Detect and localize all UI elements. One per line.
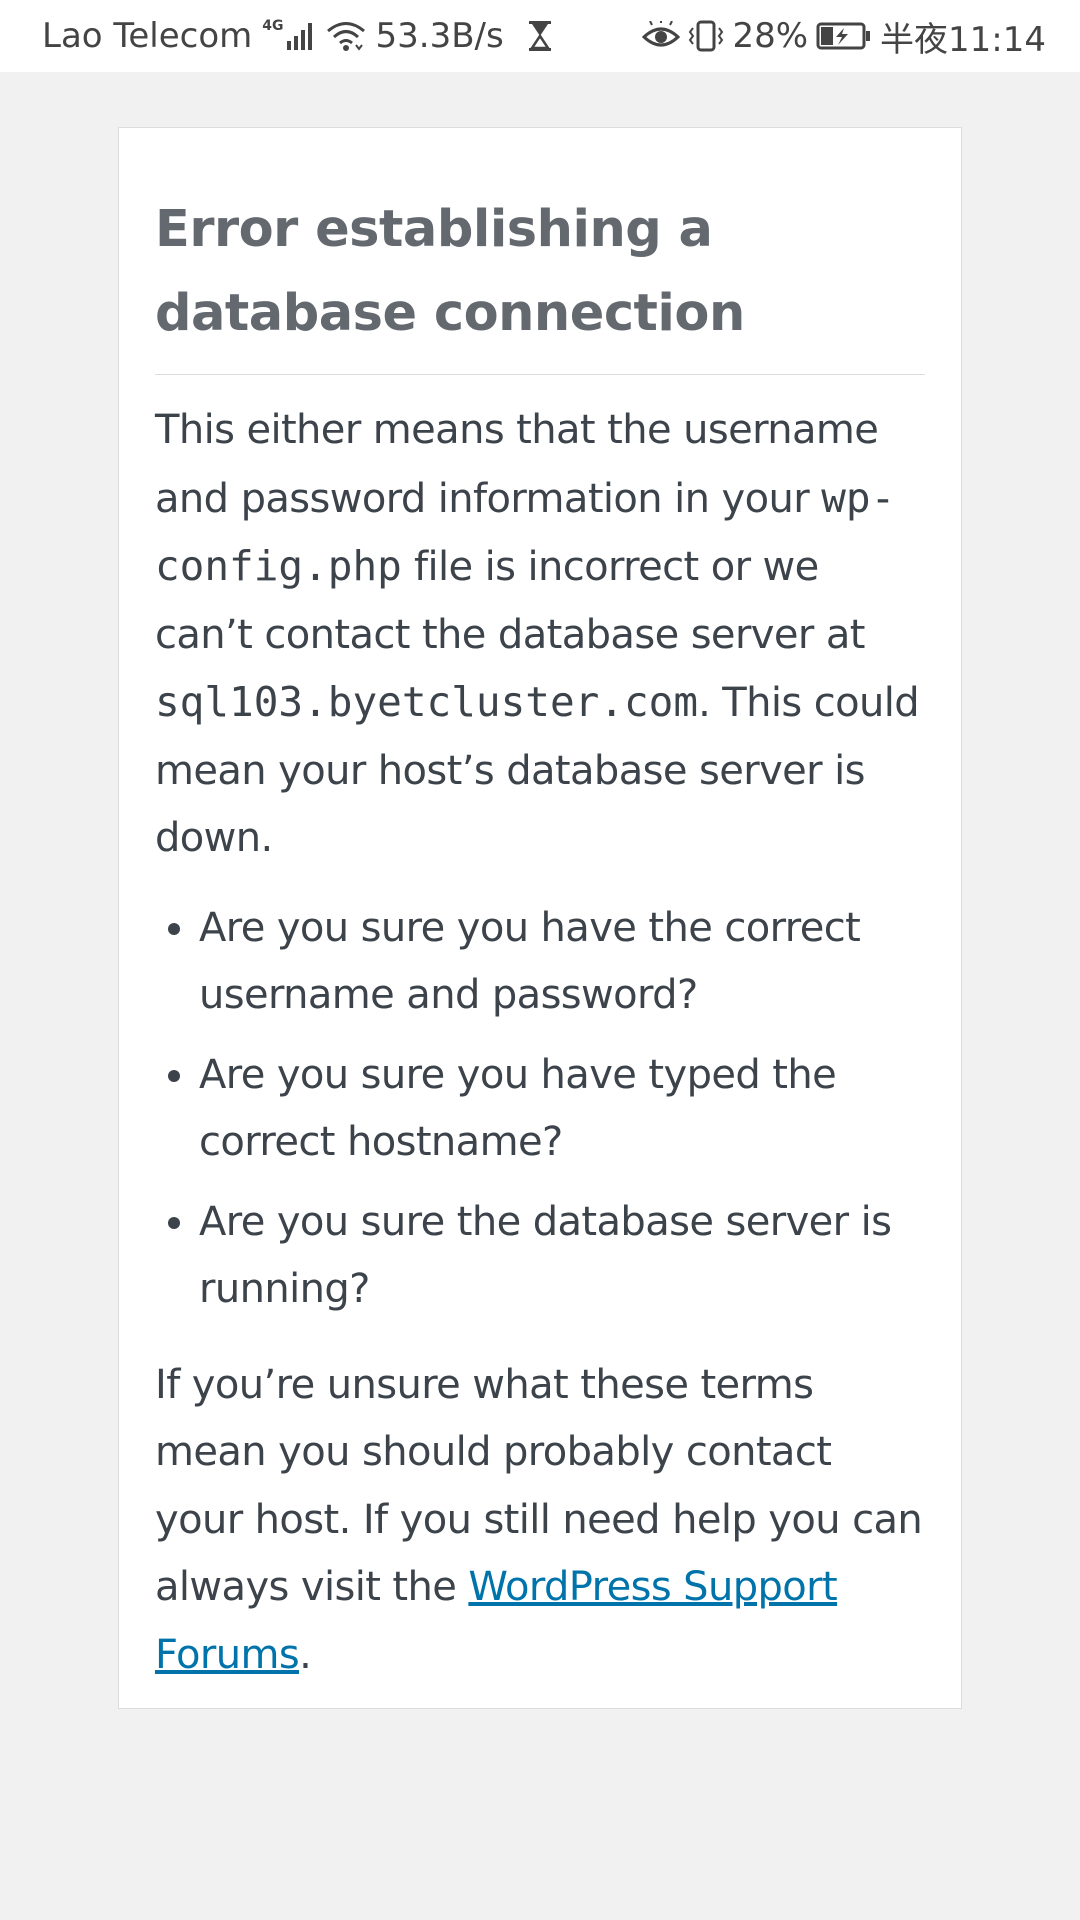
signal-bars-icon (286, 21, 316, 51)
error-card: Error establishing a database connection… (118, 127, 962, 1709)
eye-comfort-icon (642, 21, 681, 51)
error-intro-paragraph: This either means that the username and … (155, 397, 925, 873)
list-item: Are you sure you have typed the correct … (199, 1042, 925, 1177)
status-bar-right: 28% 半夜11:14 (642, 12, 1046, 61)
network-type-label: 4G (262, 18, 284, 34)
list-item: Are you sure the database server is runn… (199, 1189, 925, 1324)
troubleshooting-list: Are you sure you have the correct userna… (155, 895, 925, 1324)
clock-time: 半夜11:14 (880, 19, 1046, 60)
help-paragraph: If you’re unsure what these terms mean y… (155, 1352, 925, 1690)
status-bar: Lao Telecom 4G 53.3B/s 28% 半夜11:14 (0, 0, 1080, 72)
wifi-icon (326, 20, 366, 52)
database-host: sql103.byetcluster.com (155, 678, 699, 726)
network-speed: 53.3B/s (375, 16, 504, 56)
error-title: Error establishing a database connection (155, 188, 925, 375)
intro-text-part1: This either means that the username and … (155, 407, 879, 522)
help-text-part2: . (299, 1631, 312, 1678)
list-item: Are you sure you have the correct userna… (199, 895, 925, 1030)
vibrate-icon (688, 20, 724, 52)
carrier-name: Lao Telecom (42, 16, 253, 56)
status-bar-left: Lao Telecom 4G 53.3B/s (42, 16, 642, 56)
battery-percent: 28% (732, 16, 809, 56)
battery-charging-icon (816, 22, 872, 50)
hourglass-icon (528, 20, 552, 52)
